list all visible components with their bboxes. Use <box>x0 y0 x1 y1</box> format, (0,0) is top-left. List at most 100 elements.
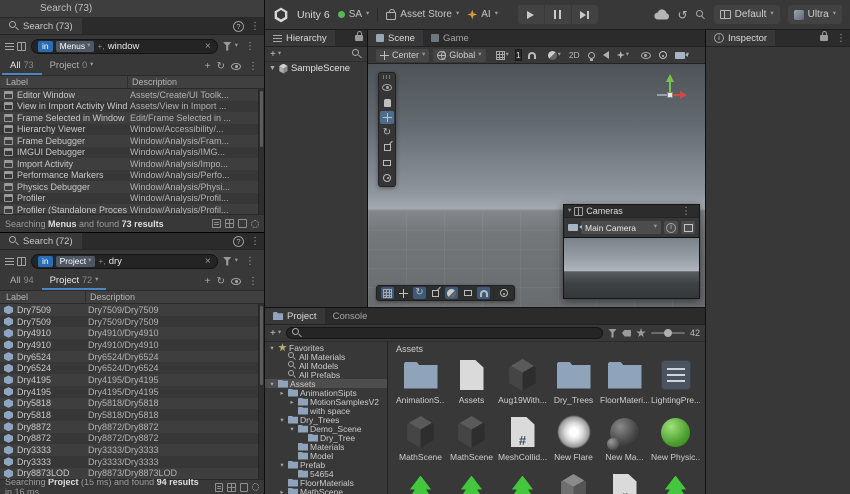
search-result-row[interactable]: Dry6524 Dry6524/Dry6524 <box>0 362 264 374</box>
asset-item[interactable] <box>497 470 548 494</box>
search-result-row[interactable]: Dry6524 Dry6524/Dry6524 <box>0 351 264 363</box>
scale-snap-icon[interactable] <box>429 287 442 299</box>
gizmo-visibility-button[interactable] <box>657 49 669 62</box>
view-tool-button[interactable] <box>380 81 394 94</box>
preview-toggle-icon[interactable] <box>228 57 244 75</box>
saved-searches-icon[interactable] <box>5 43 14 50</box>
camera-maximize-button[interactable] <box>681 221 695 234</box>
gizmo-center-icon[interactable] <box>667 92 673 98</box>
rotate-snap-icon[interactable]: ↻ <box>413 287 426 299</box>
ai-button[interactable]: AI▾ <box>467 9 498 20</box>
hierarchy-item-samplescene[interactable]: ▼ SampleScene <box>265 62 367 75</box>
play-button[interactable] <box>518 5 544 24</box>
search-result-row[interactable]: Hierarchy Viewer Window/Accessibility/..… <box>0 124 264 136</box>
search-result-row[interactable]: Import Activity Window/Analysis/Impo... <box>0 158 264 170</box>
search-result-row[interactable]: Dry7509 Dry7509/Dry7509 <box>0 304 264 316</box>
saved-searches-icon[interactable] <box>5 258 14 265</box>
tab-search-72[interactable]: Search (72) <box>0 233 82 249</box>
asset-store-button[interactable]: Asset Store▾ <box>386 9 459 20</box>
expand-arrow[interactable]: ▼ <box>269 65 276 72</box>
expand-arrow[interactable] <box>268 344 276 352</box>
asset-item[interactable]: Assets <box>446 356 497 413</box>
zoom-slider[interactable] <box>651 332 685 334</box>
rect-tool-button[interactable] <box>380 156 394 169</box>
asset-item[interactable]: Aug19With... <box>497 356 548 413</box>
draw-mode-button[interactable]: ▾ <box>546 49 563 62</box>
grid-toggle-icon[interactable] <box>381 287 394 299</box>
search-result-row[interactable]: Dry5818 Dry5818/Dry5818 <box>0 409 264 421</box>
add-tab-icon[interactable]: + <box>202 57 214 75</box>
asset-item[interactable] <box>395 470 446 494</box>
scope-dropdown[interactable]: Project▾ <box>56 256 96 267</box>
overlay-drag-handle[interactable] <box>383 75 392 79</box>
clear-search-icon[interactable]: × <box>205 256 211 267</box>
more-options-icon[interactable]: ⋮ <box>241 41 259 52</box>
search-result-row[interactable]: Dry3333 Dry3333/Dry3333 <box>0 456 264 468</box>
scope-dropdown[interactable]: Menus▾ <box>56 41 95 52</box>
step-button[interactable] <box>572 5 598 24</box>
window-menu-icon[interactable]: ⋮ <box>246 233 264 249</box>
rotate-tool-button[interactable]: ↻ <box>380 126 394 139</box>
pause-button[interactable] <box>545 5 571 24</box>
grid-view-icon[interactable] <box>227 483 235 492</box>
asset-item[interactable]: LightingPre... <box>650 356 701 413</box>
shaded-mode-icon[interactable] <box>445 287 458 299</box>
asset-item[interactable] <box>599 470 650 494</box>
filter-icon[interactable] <box>223 42 232 51</box>
settings-gear-icon[interactable] <box>251 220 259 228</box>
scrollbar[interactable] <box>258 304 264 479</box>
inspector-toggle-icon[interactable] <box>17 257 26 266</box>
orientation-button[interactable]: Global▾ <box>433 49 485 62</box>
asset-item[interactable] <box>446 470 497 494</box>
scene-camera-button[interactable]: ▾ <box>673 49 691 62</box>
hand-tool-button[interactable] <box>380 96 394 109</box>
camera-select-dropdown[interactable]: Main Camera▾ <box>581 221 661 234</box>
expand-arrow[interactable] <box>278 488 286 494</box>
asset-item[interactable]: FloorMateri... <box>599 356 650 413</box>
scene-viewport[interactable]: ↻ <box>368 64 705 307</box>
search-result-row[interactable]: Dry7509 Dry7509/Dry7509 <box>0 316 264 328</box>
rect-mode-icon[interactable] <box>461 287 474 299</box>
search-result-row[interactable]: Dry5818 Dry5818/Dry5818 <box>0 398 264 410</box>
asset-item[interactable]: New Ma... <box>599 413 650 470</box>
refresh-icon[interactable]: ↻ <box>214 57 228 75</box>
inspector-toggle-icon[interactable] <box>17 42 26 51</box>
asset-item[interactable] <box>548 470 599 494</box>
lock-icon[interactable] <box>355 35 363 41</box>
project-tree-item[interactable]: Model <box>265 451 387 460</box>
search-result-row[interactable]: Dry3333 Dry3333/Dry3333 <box>0 444 264 456</box>
refresh-icon[interactable]: ↻ <box>214 272 228 290</box>
search-result-row[interactable]: Dry4195 Dry4195/Dry4195 <box>0 386 264 398</box>
2d-toggle-button[interactable]: 2D <box>567 49 582 62</box>
transform-tool-button[interactable] <box>380 171 394 184</box>
help-icon[interactable]: ? <box>233 21 244 32</box>
search-result-row[interactable]: Dry4195 Dry4195/Dry4195 <box>0 374 264 386</box>
tab-hierarchy[interactable]: Hierarchy <box>265 30 335 46</box>
project-tree-item[interactable]: MathScene <box>265 487 387 494</box>
tab-game[interactable]: Game <box>423 30 477 46</box>
search-input[interactable]: in Menus▾ +, window × <box>31 39 218 54</box>
view-orientation-gizmo[interactable] <box>647 72 693 118</box>
panel-menu-icon[interactable]: ⋮ <box>832 30 850 46</box>
add-object-button[interactable]: +▾ <box>270 49 281 60</box>
list-view-icon[interactable] <box>212 219 221 228</box>
account-button[interactable]: SA▾ <box>338 9 370 20</box>
window-menu-icon[interactable]: ⋮ <box>246 18 264 34</box>
asset-item[interactable]: MeshCollid... <box>497 413 548 470</box>
asset-item[interactable]: MathScene <box>446 413 497 470</box>
tab-console[interactable]: Console <box>325 308 376 324</box>
search-icon[interactable] <box>696 10 706 20</box>
search-by-type-icon[interactable] <box>608 329 617 338</box>
search-result-row[interactable]: Dry4910 Dry4910/Dry4910 <box>0 339 264 351</box>
tab-project-results[interactable]: Project72▾ <box>42 272 107 290</box>
pivot-mode-button[interactable]: Center▾ <box>376 49 429 62</box>
search-result-row[interactable]: Dry8872 Dry8872/Dry8872 <box>0 433 264 445</box>
add-tab-icon[interactable]: + <box>202 272 214 290</box>
search-result-row[interactable]: Editor Window Assets/Create/UI Toolk... <box>0 89 264 101</box>
scrollbar-thumb[interactable] <box>260 91 263 147</box>
project-search-input[interactable] <box>286 327 603 339</box>
expand-arrow[interactable] <box>278 389 286 397</box>
search-result-row[interactable]: Profiler Window/Analysis/Profil... <box>0 193 264 205</box>
asset-item[interactable]: New Flare <box>548 413 599 470</box>
tab-scene[interactable]: Scene <box>368 30 423 46</box>
